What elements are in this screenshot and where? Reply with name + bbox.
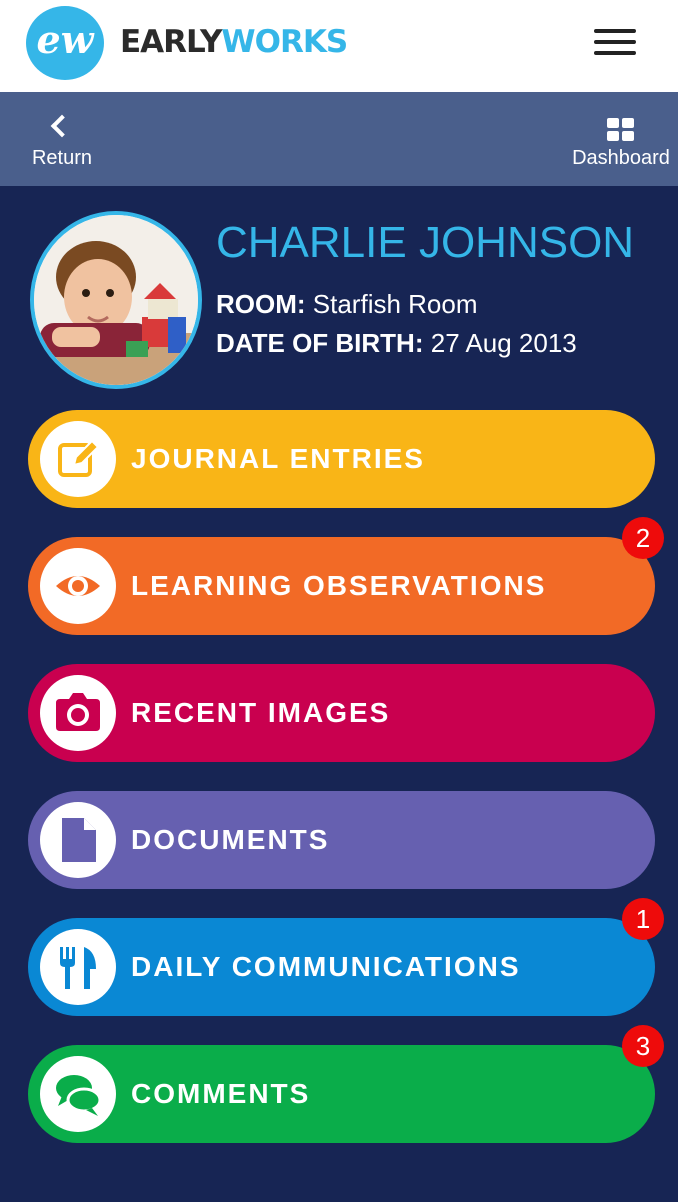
journal-entries-label: JOURNAL ENTRIES	[131, 443, 425, 474]
dashboard-grid-icon	[607, 118, 635, 142]
top-app-bar: ew EARLYWORKS	[0, 0, 678, 92]
brand-wordmark: EARLYWORKS	[120, 22, 348, 62]
brand-part-works: WORKS	[221, 24, 348, 60]
learning-observations-label: LEARNING OBSERVATIONS	[131, 570, 547, 601]
daily-communications-button[interactable]: DAILY COMMUNICATIONS	[28, 918, 655, 1016]
recent-images-label: RECENT IMAGES	[131, 697, 391, 728]
brand-logo[interactable]: ew	[26, 6, 104, 80]
comments-button[interactable]: COMMENTS	[28, 1045, 655, 1143]
chat-icon	[40, 1056, 116, 1132]
logo-monogram: ew	[36, 17, 94, 62]
daily-communications-count-badge: 1	[622, 898, 664, 940]
dob-value: 27 Aug 2013	[430, 328, 577, 358]
child-avatar	[30, 211, 202, 389]
return-label: Return	[31, 147, 93, 169]
learning-observations-button[interactable]: LEARNING OBSERVATIONS	[28, 537, 655, 635]
documents-label: DOCUMENTS	[131, 824, 330, 855]
child-name: CHARLIE JOHNSON	[216, 218, 635, 267]
chevron-left-icon	[50, 114, 74, 138]
dashboard-label: Dashboard	[572, 147, 670, 169]
journal-entries-button[interactable]: JOURNAL ENTRIES	[28, 410, 655, 508]
child-photo	[34, 215, 198, 385]
room-label: ROOM:	[216, 289, 306, 319]
dob-info: DATE OF BIRTH: 27 Aug 2013	[216, 328, 577, 358]
camera-icon	[40, 675, 116, 751]
edit-icon	[40, 421, 116, 497]
sub-navigation-bar: Return Dashboard	[0, 92, 678, 186]
document-icon	[40, 802, 116, 878]
dashboard-button[interactable]: Dashboard	[566, 92, 676, 186]
room-value: Starfish Room	[312, 289, 478, 319]
brand-part-early: EARLY	[120, 24, 222, 60]
recent-images-button[interactable]: RECENT IMAGES	[28, 664, 655, 762]
daily-communications-label: DAILY COMMUNICATIONS	[131, 951, 521, 982]
documents-button[interactable]: DOCUMENTS	[28, 791, 655, 889]
hamburger-menu-icon[interactable]	[592, 26, 638, 58]
comments-label: COMMENTS	[131, 1078, 311, 1109]
learning-observations-count-badge: 2	[622, 517, 664, 559]
dob-label: DATE OF BIRTH:	[216, 328, 424, 358]
room-info: ROOM: Starfish Room	[216, 289, 478, 319]
eye-icon	[40, 548, 116, 624]
return-button[interactable]: Return	[22, 92, 102, 186]
cutlery-icon	[40, 929, 116, 1005]
comments-count-badge: 3	[622, 1025, 664, 1067]
